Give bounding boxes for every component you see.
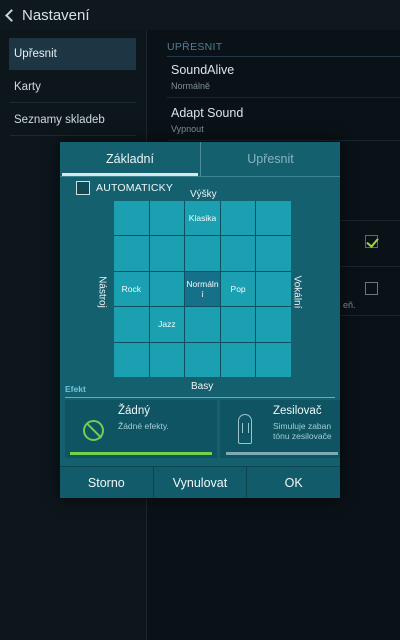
grid-cell[interactable] bbox=[220, 342, 256, 377]
tab-upresnit[interactable]: Upřesnit bbox=[200, 142, 340, 176]
auto-checkbox[interactable] bbox=[76, 181, 90, 195]
setting-description-fragment: eň. bbox=[343, 300, 356, 310]
effect-description-line: tónu zesilovače bbox=[273, 431, 332, 441]
grid-label: Normální bbox=[186, 278, 219, 299]
grid-cell-pop[interactable]: Pop bbox=[220, 271, 256, 307]
cancel-button[interactable]: Storno bbox=[60, 467, 153, 498]
amplifier-tube-icon bbox=[238, 414, 252, 444]
axis-label-instrument: Nástroj bbox=[96, 276, 108, 308]
grid-cell[interactable] bbox=[256, 236, 291, 271]
grid-cell[interactable] bbox=[149, 271, 185, 307]
sidebar-item-upresnit[interactable]: Upřesnit bbox=[9, 38, 136, 70]
axis-label-treble: Výšky bbox=[190, 189, 217, 200]
grid-cell-klasika[interactable]: Klasika bbox=[185, 201, 220, 236]
grid-cell-normal-selected[interactable]: Normální bbox=[185, 271, 220, 307]
sidebar-item-karty[interactable]: Karty bbox=[0, 71, 146, 103]
grid-cell[interactable] bbox=[256, 307, 291, 342]
effect-description: Simuluje zaban tónu zesilovače bbox=[273, 421, 332, 441]
effect-section-header: Efekt bbox=[65, 384, 86, 394]
auto-label: AUTOMATICKY bbox=[96, 182, 174, 194]
page-title[interactable]: Nastavení bbox=[22, 7, 90, 24]
grid-cell[interactable] bbox=[114, 307, 149, 342]
effect-section-divider bbox=[65, 397, 335, 398]
section-divider bbox=[167, 56, 400, 57]
grid-cell[interactable] bbox=[256, 271, 291, 307]
setting-adapt-sound-title[interactable]: Adapt Sound bbox=[171, 106, 243, 120]
effect-card-none[interactable]: Žádný Žádné efekty. bbox=[65, 400, 217, 458]
sound-preset-grid: Klasika Rock Normální Pop Jazz bbox=[114, 201, 291, 377]
tab-zakladni[interactable]: Základní bbox=[60, 142, 200, 176]
action-bar: Nastavení bbox=[0, 0, 400, 30]
grid-label: Pop bbox=[230, 283, 246, 294]
effect-active-indicator bbox=[70, 452, 212, 455]
grid-cell[interactable] bbox=[149, 236, 185, 271]
tabs-divider bbox=[60, 176, 340, 177]
grid-cell[interactable] bbox=[220, 236, 256, 271]
effect-card-amplifier[interactable]: Zesilovač Simuluje zaban tónu zesilovače bbox=[220, 400, 340, 458]
axis-label-bass: Basy bbox=[191, 381, 214, 392]
effect-description: Žádné efekty. bbox=[118, 421, 169, 431]
grid-label: Klasika bbox=[188, 213, 217, 224]
setting-checkbox-checked[interactable] bbox=[365, 235, 378, 248]
grid-cell[interactable] bbox=[114, 201, 149, 236]
grid-cell[interactable] bbox=[185, 236, 220, 271]
ok-button[interactable]: OK bbox=[246, 467, 340, 498]
reset-button[interactable]: Vynulovat bbox=[152, 467, 247, 498]
grid-label: Jazz bbox=[158, 319, 176, 330]
setting-checkbox-unchecked[interactable] bbox=[365, 282, 378, 295]
setting-soundalive-title[interactable]: SoundAlive bbox=[171, 63, 234, 77]
grid-cell[interactable] bbox=[114, 236, 149, 271]
sidebar-item-playlists[interactable]: Seznamy skladeb bbox=[0, 104, 146, 136]
grid-cell[interactable] bbox=[185, 307, 220, 342]
grid-cell[interactable] bbox=[256, 201, 291, 236]
setting-divider bbox=[167, 97, 400, 98]
dialog-tabs: Základní Upřesnit bbox=[60, 142, 340, 176]
effect-description-line: Simuluje zaban bbox=[273, 421, 332, 431]
grid-cell[interactable] bbox=[185, 342, 220, 377]
back-chevron-icon[interactable] bbox=[5, 8, 18, 22]
axis-label-vocal: Vokální bbox=[291, 275, 303, 309]
grid-cell-rock[interactable]: Rock bbox=[114, 271, 149, 307]
grid-label: Rock bbox=[121, 283, 141, 294]
grid-cell-jazz[interactable]: Jazz bbox=[149, 307, 185, 342]
no-effect-icon bbox=[83, 420, 104, 441]
effect-title: Zesilovač bbox=[273, 405, 322, 417]
dialog-button-bar: Storno Vynulovat OK bbox=[60, 466, 340, 498]
grid-cell[interactable] bbox=[149, 201, 185, 236]
grid-cell[interactable] bbox=[114, 342, 149, 377]
setting-divider bbox=[167, 140, 400, 141]
soundalive-dialog: Základní Upřesnit AUTOMATICKY Výšky Basy… bbox=[60, 142, 340, 498]
effect-title: Žádný bbox=[118, 405, 150, 417]
setting-soundalive-value: Normálně bbox=[171, 81, 211, 91]
grid-cell[interactable] bbox=[149, 342, 185, 377]
grid-cell[interactable] bbox=[220, 307, 256, 342]
effect-inactive-indicator bbox=[226, 452, 338, 455]
setting-adapt-sound-value: Vypnout bbox=[171, 124, 204, 134]
section-header: UPŘESNIT bbox=[167, 41, 223, 53]
grid-cell[interactable] bbox=[256, 342, 291, 377]
grid-cell[interactable] bbox=[220, 201, 256, 236]
auto-option[interactable]: AUTOMATICKY bbox=[76, 180, 173, 196]
